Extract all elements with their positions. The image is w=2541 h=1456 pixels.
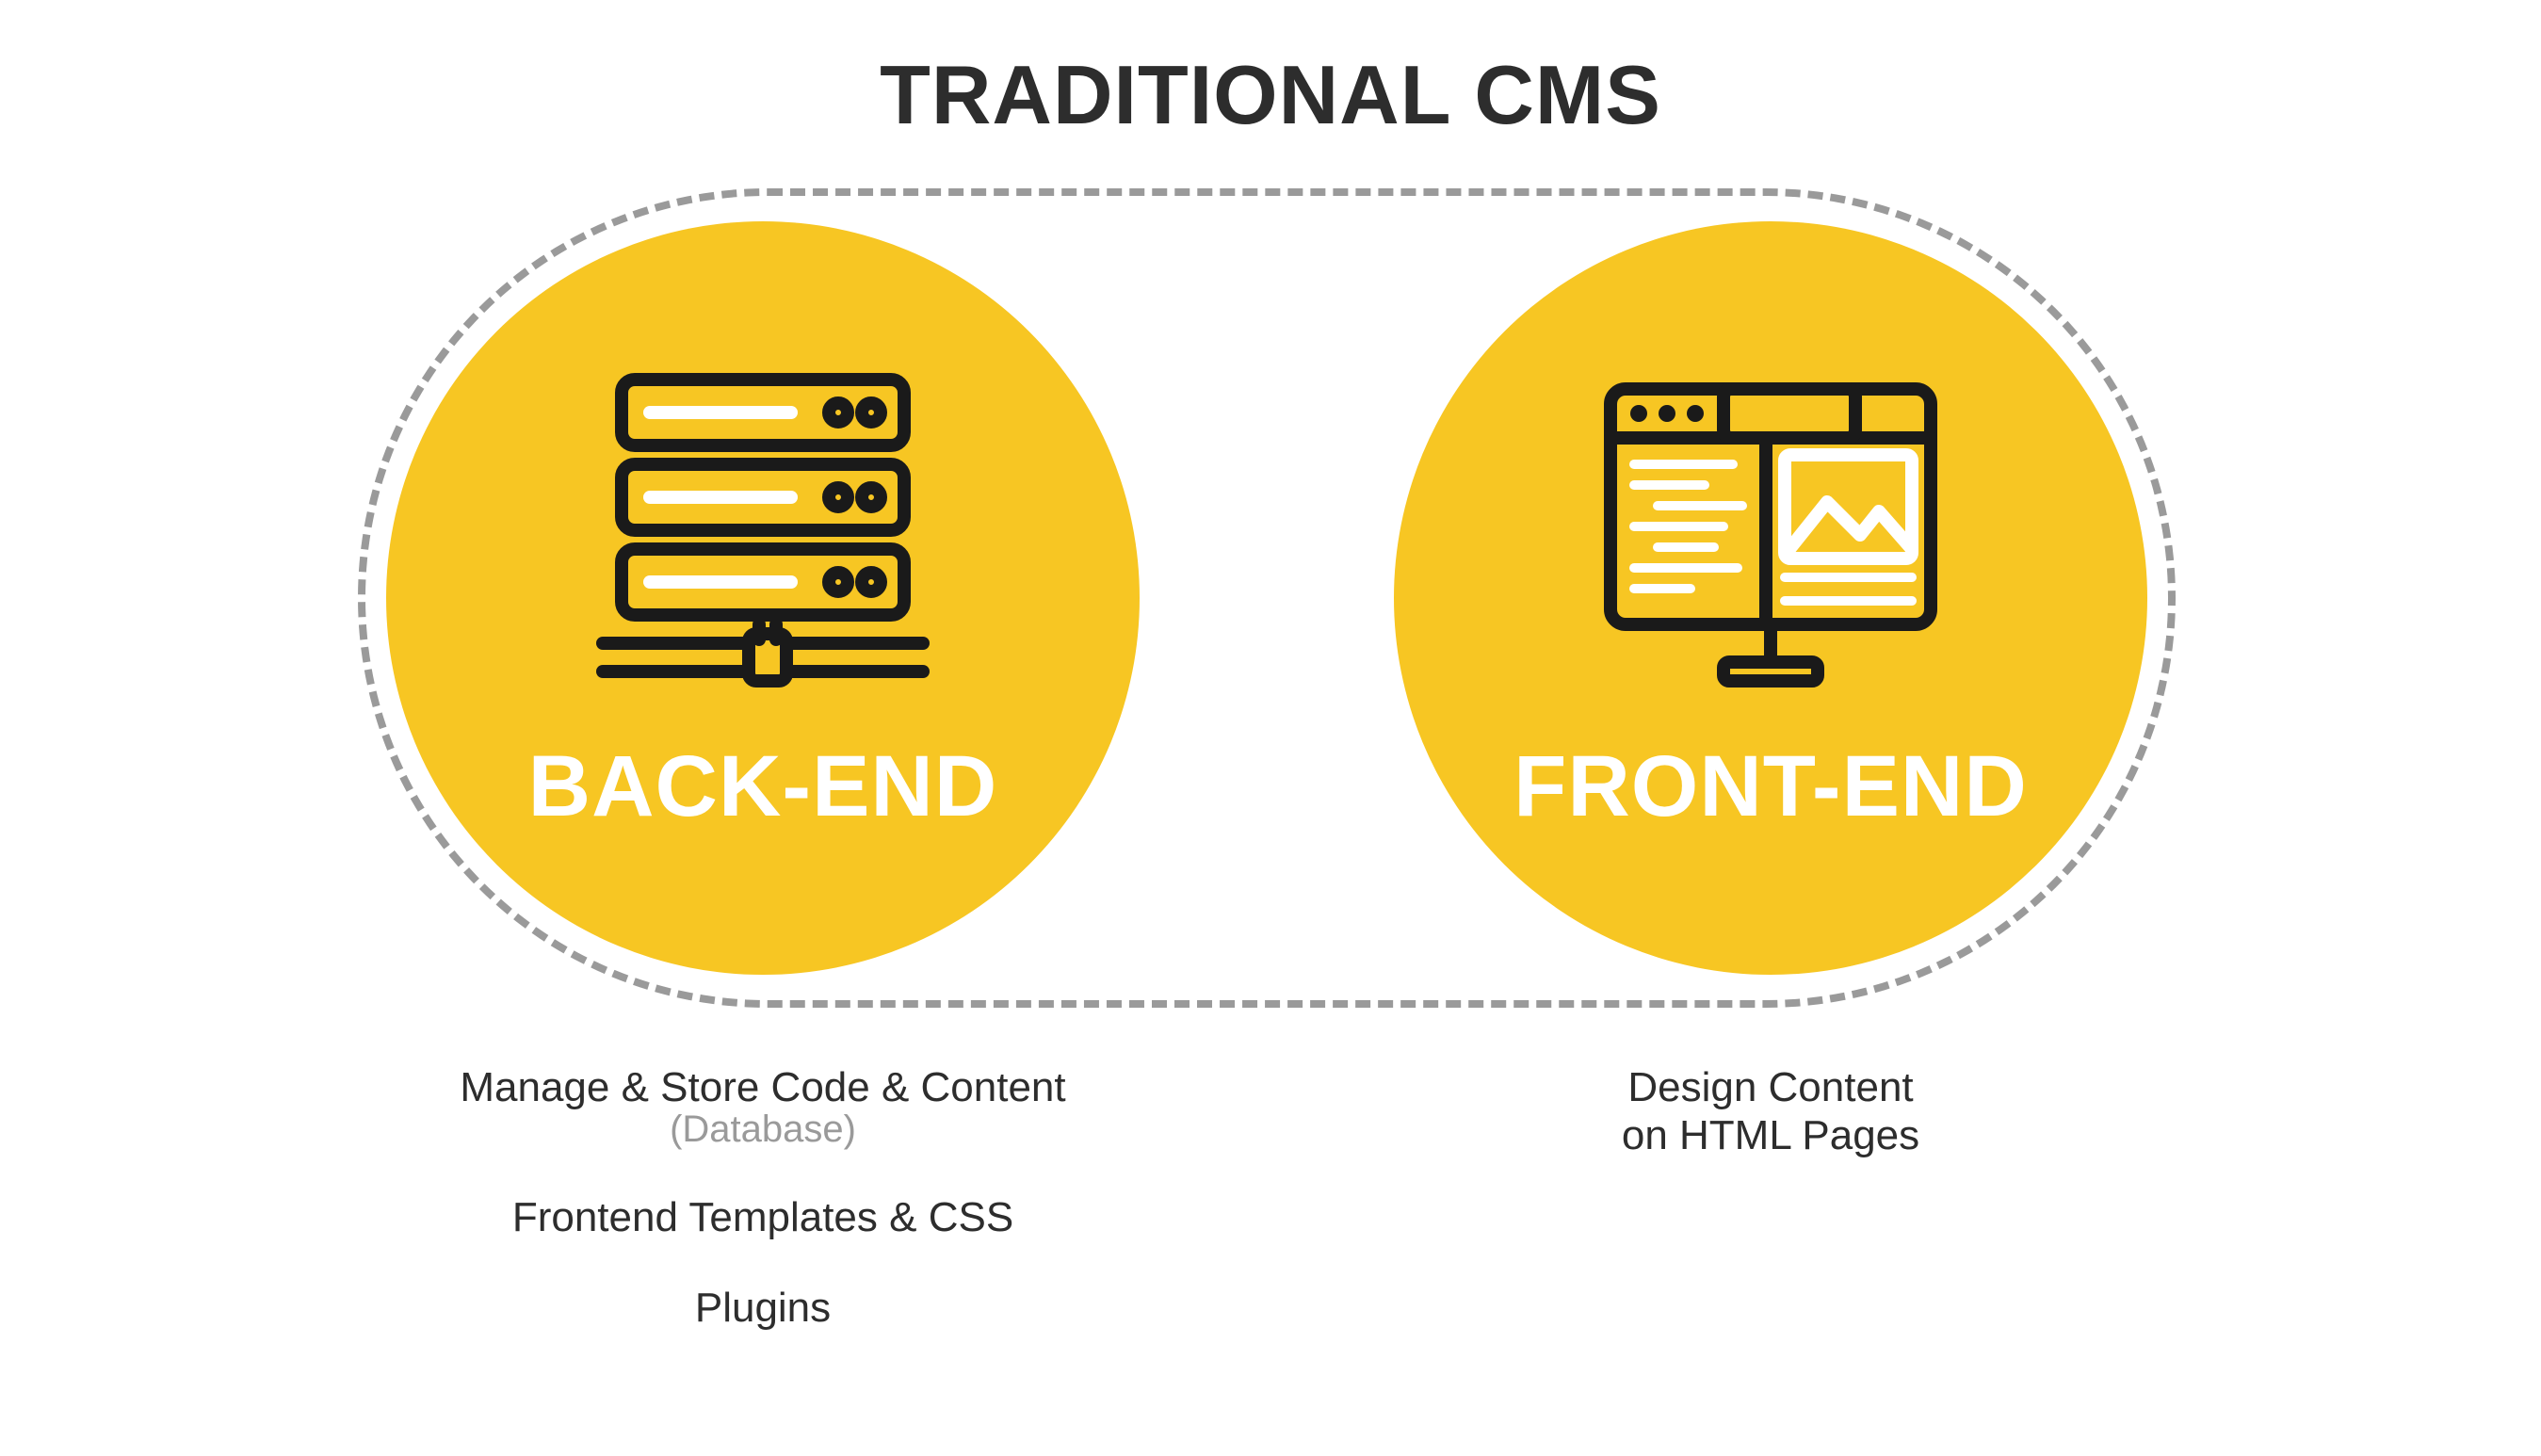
frontend-circle: FRONT-END xyxy=(1394,221,2147,975)
backend-caption-1: Manage & Store Code & Content xyxy=(386,1064,1140,1112)
webpage-monitor-icon xyxy=(1582,361,1959,700)
backend-circle: BACK-END xyxy=(386,221,1140,975)
backend-captions: Manage & Store Code & Content (Database)… xyxy=(386,1064,1140,1332)
frontend-caption-1a: Design Content xyxy=(1394,1064,2147,1112)
backend-caption-1-sub: (Database) xyxy=(386,1108,1140,1151)
server-stack-icon xyxy=(584,361,942,700)
backend-caption-3: Plugins xyxy=(386,1285,1140,1332)
frontend-label: FRONT-END xyxy=(1513,737,2028,836)
backend-caption-2: Frontend Templates & CSS xyxy=(386,1194,1140,1241)
frontend-captions: Design Content on HTML Pages xyxy=(1394,1064,2147,1159)
frontend-caption-1b: on HTML Pages xyxy=(1394,1112,2147,1160)
backend-label: BACK-END xyxy=(528,737,998,836)
diagram-title: TRADITIONAL CMS xyxy=(0,47,2541,143)
